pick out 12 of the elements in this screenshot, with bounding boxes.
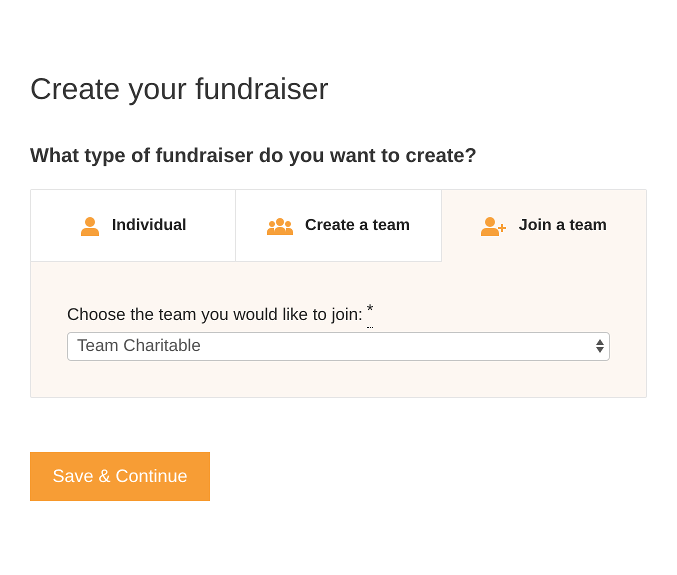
type-tab[interactable]: Join a team (440, 190, 646, 262)
group-icon (267, 216, 294, 234)
person-plus-icon (480, 216, 507, 236)
question-heading: What type of fundraiser do you want to create? (30, 144, 478, 169)
field-label: Choose the team you would like to join: (67, 304, 363, 326)
person-icon (80, 216, 100, 236)
type-tab[interactable]: Create a team (235, 190, 441, 262)
sort-arrows-icon (595, 338, 605, 354)
type-tab[interactable]: Individual (31, 190, 236, 262)
page-title: Create your fundraiser (30, 72, 330, 108)
required-mark: * (366, 302, 374, 328)
team-select[interactable]: Team Charitable (67, 332, 610, 360)
